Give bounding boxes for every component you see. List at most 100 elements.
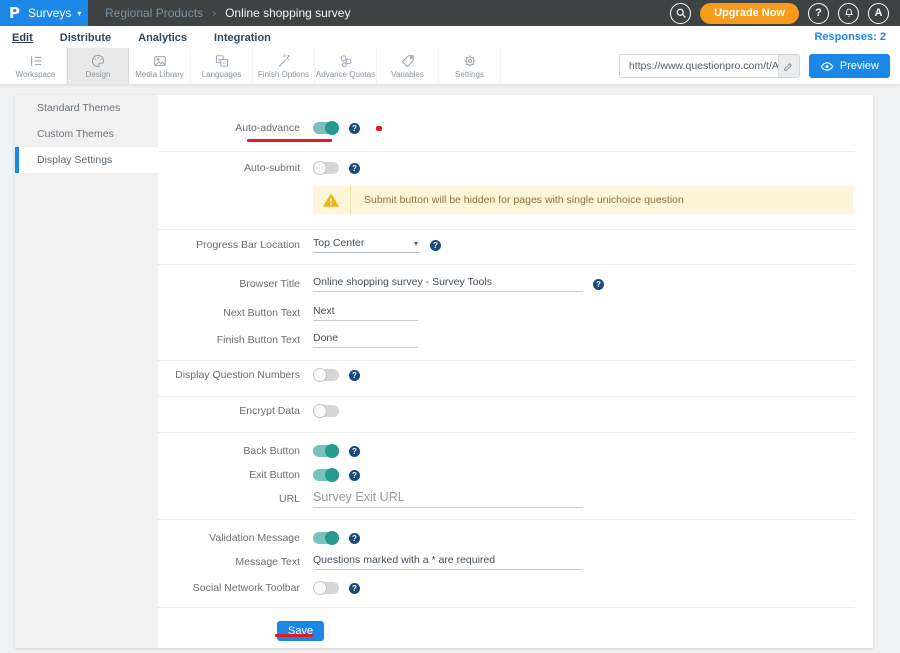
auto-advance-toggle[interactable] <box>313 122 339 134</box>
survey-url-box: https://www.questionpro.com/t/APNrFZ <box>619 54 800 78</box>
toggle-knob <box>313 368 327 382</box>
survey-url-input[interactable]: https://www.questionpro.com/t/APNrFZ <box>620 60 778 72</box>
breadcrumb-current: Online shopping survey <box>225 6 350 20</box>
toolbar-item-finish-options[interactable]: Finish Options <box>253 48 315 84</box>
breadcrumb-separator: › <box>212 6 216 20</box>
exit-button-help-icon[interactable]: ? <box>349 470 360 481</box>
avatar[interactable]: A <box>868 3 889 24</box>
back-button-toggle[interactable] <box>313 445 339 457</box>
progress-bar-help-icon[interactable]: ? <box>430 240 441 251</box>
progress-bar-location-select[interactable]: Top Center ▾ <box>313 237 420 253</box>
design-toolbar: Workspace Design Media Library x̄A Langu… <box>0 48 900 85</box>
social-network-toolbar-toggle[interactable] <box>313 582 339 594</box>
toolbar-label: Finish Options <box>258 70 309 79</box>
sidebar-item-standard-themes[interactable]: Standard Themes <box>15 95 158 121</box>
responses-count[interactable]: Responses: 2 <box>814 31 886 43</box>
display-question-numbers-toggle[interactable] <box>313 369 339 381</box>
display-question-numbers-row: Display Question Numbers ? <box>158 367 873 383</box>
divider <box>158 264 855 265</box>
sidebar-item-display-settings[interactable]: Display Settings <box>15 147 158 173</box>
auto-advance-label: Auto-advance <box>158 122 300 134</box>
auto-advance-row: Auto-advance ? <box>158 120 873 136</box>
auto-submit-help-icon[interactable]: ? <box>349 163 360 174</box>
preview-button[interactable]: Preview <box>809 54 890 78</box>
display-question-numbers-label: Display Question Numbers <box>158 369 300 381</box>
browser-title-help-icon[interactable]: ? <box>593 279 604 290</box>
breadcrumb-parent[interactable]: Regional Products <box>105 6 203 20</box>
tab-integration[interactable]: Integration <box>214 30 271 44</box>
sidebar-item-custom-themes[interactable]: Custom Themes <box>15 121 158 147</box>
upgrade-now-button[interactable]: Upgrade Now <box>700 3 799 24</box>
auto-submit-toggle[interactable] <box>313 162 339 174</box>
breadcrumb: Regional Products › Online shopping surv… <box>105 6 350 20</box>
warning-text: Submit button will be hidden for pages w… <box>364 194 684 206</box>
save-button[interactable]: Save <box>277 621 324 641</box>
next-button-text-input[interactable]: Next <box>313 305 418 321</box>
product-name: Surveys <box>28 6 71 20</box>
pencil-icon <box>783 61 794 72</box>
validation-message-label: Validation Message <box>158 532 300 544</box>
header-actions: Upgrade Now ? A <box>661 3 900 24</box>
design-panel: Standard Themes Custom Themes Display Se… <box>15 95 873 648</box>
help-button[interactable]: ? <box>808 3 829 24</box>
palette-icon <box>90 53 106 69</box>
display-question-numbers-help-icon[interactable]: ? <box>349 370 360 381</box>
questionpro-logo: P <box>9 4 20 22</box>
encrypt-data-label: Encrypt Data <box>158 405 300 417</box>
gear-icon <box>462 53 478 69</box>
toolbar-item-advance-quotas[interactable]: Advance Quotas <box>315 48 377 84</box>
tab-analytics[interactable]: Analytics <box>138 30 187 44</box>
auto-submit-row: Auto-submit ? <box>158 160 873 176</box>
social-network-toolbar-help-icon[interactable]: ? <box>349 583 360 594</box>
toolbar-label: Workspace <box>16 70 56 79</box>
toolbar-label: Languages <box>202 70 242 79</box>
finish-button-text-input[interactable]: Done <box>313 332 418 348</box>
toolbar-item-media-library[interactable]: Media Library <box>129 48 191 84</box>
back-button-help-icon[interactable]: ? <box>349 446 360 457</box>
exit-button-row: Exit Button ? <box>158 467 873 483</box>
divider <box>158 519 855 520</box>
browser-title-input[interactable]: Online shopping survey - Survey Tools <box>313 276 583 292</box>
exit-url-input[interactable]: Survey Exit URL <box>313 490 583 508</box>
exit-url-label: URL <box>158 493 300 505</box>
exit-button-toggle[interactable] <box>313 469 339 481</box>
display-settings-content: Auto-advance ? Auto-submit ? S <box>158 95 873 648</box>
divider <box>158 229 855 230</box>
message-text-label: Message Text <box>158 556 300 568</box>
toolbar-item-design[interactable]: Design <box>67 48 129 84</box>
validation-message-help-icon[interactable]: ? <box>349 533 360 544</box>
translate-icon: x̄A <box>214 53 230 69</box>
tag-icon <box>400 53 416 69</box>
divider <box>158 607 855 608</box>
exit-button-label: Exit Button <box>158 469 300 481</box>
toolbar-item-variables[interactable]: Variables <box>377 48 439 84</box>
validation-message-toggle[interactable] <box>313 532 339 544</box>
next-button-text-label: Next Button Text <box>158 307 300 319</box>
search-button[interactable] <box>670 3 691 24</box>
search-icon <box>675 7 687 19</box>
finish-button-text-label: Finish Button Text <box>158 334 300 346</box>
toggle-knob <box>313 161 327 175</box>
toolbar-item-settings[interactable]: Settings <box>439 48 501 84</box>
survey-nav: Edit Distribute Analytics Integration Re… <box>0 26 900 48</box>
encrypt-data-toggle[interactable] <box>313 405 339 417</box>
bell-icon <box>843 7 855 19</box>
tab-distribute[interactable]: Distribute <box>60 30 111 44</box>
browser-title-row: Browser Title Online shopping survey - S… <box>158 276 873 292</box>
magic-wand-icon <box>276 53 292 69</box>
page-background: Standard Themes Custom Themes Display Se… <box>0 85 900 653</box>
auto-advance-help-icon[interactable]: ? <box>349 123 360 134</box>
divider <box>158 151 855 152</box>
tab-edit[interactable]: Edit <box>12 30 33 44</box>
toolbar-item-workspace[interactable]: Workspace <box>5 48 67 84</box>
validation-message-row: Validation Message ? <box>158 530 873 546</box>
edit-url-button[interactable] <box>778 55 799 77</box>
annotation-underline-save <box>275 634 313 637</box>
toolbar-item-languages[interactable]: x̄A Languages <box>191 48 253 84</box>
message-text-input[interactable]: Questions marked with a * are required <box>313 554 583 570</box>
eye-icon <box>820 61 834 72</box>
notifications-button[interactable] <box>838 3 859 24</box>
message-text-row: Message Text Questions marked with a * a… <box>158 554 873 570</box>
social-network-toolbar-row: Social Network Toolbar ? <box>158 580 873 596</box>
surveys-menu[interactable]: P Surveys ▾ <box>0 0 88 26</box>
